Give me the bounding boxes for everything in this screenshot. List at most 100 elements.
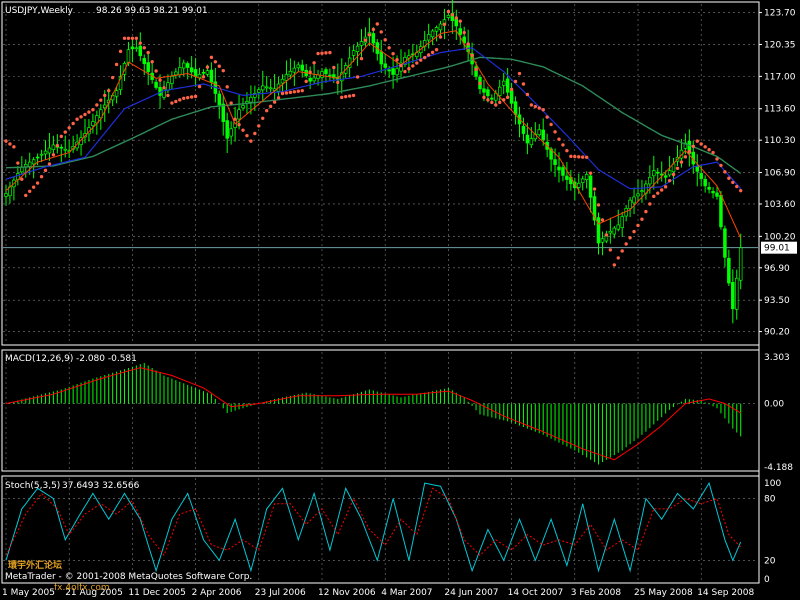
candle-body bbox=[197, 74, 202, 79]
sar-dot bbox=[525, 92, 530, 97]
candle-body bbox=[430, 30, 435, 38]
sar-dot bbox=[35, 181, 40, 185]
sar-dot bbox=[63, 130, 67, 134]
sar-dot bbox=[280, 91, 285, 96]
candle-body bbox=[142, 58, 147, 65]
sar-dot bbox=[541, 107, 545, 112]
sar-dot bbox=[233, 117, 237, 121]
sar-dot bbox=[592, 187, 597, 191]
sar-dot bbox=[490, 100, 494, 105]
sar-dot bbox=[308, 70, 312, 74]
sar-dot bbox=[407, 67, 411, 71]
candle-body bbox=[102, 104, 107, 109]
macd-label: MACD(12,26,9) bbox=[5, 354, 73, 364]
candle-body bbox=[727, 257, 731, 284]
trading-chart[interactable]: 1 May 2005 21 Aug 2005 11 Dec 2005 2 Apr 20… bbox=[0, 0, 800, 600]
x-tick-label: 23 Jul 2006 bbox=[255, 588, 306, 598]
sar-dot bbox=[509, 87, 514, 92]
sar-dot bbox=[122, 36, 127, 40]
candle-body bbox=[114, 90, 119, 97]
sar-dot bbox=[687, 149, 692, 154]
sar-dot bbox=[486, 98, 490, 102]
candle-body bbox=[39, 153, 44, 156]
candle-body bbox=[734, 277, 739, 310]
sar-dot bbox=[628, 236, 632, 240]
candle-body bbox=[138, 45, 143, 57]
candle-body bbox=[268, 87, 273, 90]
sar-dot bbox=[426, 53, 431, 57]
x-tick-label: 25 May 2008 bbox=[634, 588, 693, 598]
sar-dot bbox=[300, 88, 304, 93]
watermark-site: fx.4olfx.com bbox=[54, 583, 110, 593]
sar-dot bbox=[83, 112, 87, 117]
sar-dot bbox=[110, 75, 115, 80]
price-tick-label: 110.30 bbox=[764, 136, 796, 146]
candle-body bbox=[588, 175, 593, 198]
candle-body bbox=[225, 120, 229, 139]
candle-body bbox=[584, 174, 589, 180]
candle-body bbox=[612, 227, 617, 235]
candle-body bbox=[501, 80, 506, 86]
macd-tick-label: -4.188 bbox=[764, 463, 793, 473]
candle-body bbox=[620, 216, 624, 228]
sar-dot bbox=[727, 176, 731, 180]
sar-dot bbox=[478, 81, 482, 86]
candle-body bbox=[134, 47, 139, 50]
sar-dot bbox=[371, 27, 376, 32]
candle-body bbox=[27, 161, 32, 167]
sar-dot bbox=[351, 93, 356, 98]
candle-body bbox=[426, 34, 431, 41]
sar-dot bbox=[581, 155, 585, 159]
sar-dot bbox=[588, 171, 593, 175]
sar-dot bbox=[533, 104, 537, 109]
price-tick-label: 117.00 bbox=[764, 72, 796, 82]
candle-body bbox=[59, 146, 64, 149]
sar-dot bbox=[482, 95, 486, 100]
sar-dot bbox=[529, 103, 534, 107]
sar-dot bbox=[292, 90, 297, 94]
sar-dot bbox=[55, 143, 60, 148]
sar-dot bbox=[355, 75, 360, 79]
sar-dot bbox=[375, 22, 379, 26]
sar-dot bbox=[675, 166, 680, 170]
candle-body bbox=[292, 67, 297, 73]
candle-body bbox=[355, 45, 360, 53]
candle-body bbox=[640, 190, 644, 192]
candle-body bbox=[525, 134, 530, 144]
sar-dot bbox=[107, 88, 111, 93]
price-tick-label: 113.60 bbox=[764, 105, 796, 115]
sar-dot bbox=[521, 82, 526, 86]
sar-dot bbox=[134, 36, 139, 40]
sar-dot bbox=[225, 85, 229, 89]
candle-body bbox=[237, 109, 241, 120]
candle-body bbox=[193, 69, 198, 77]
sar-dot bbox=[126, 36, 131, 40]
sar-dot bbox=[434, 48, 439, 52]
candle-body bbox=[261, 85, 265, 91]
sar-dot bbox=[391, 52, 395, 56]
candle-body bbox=[217, 93, 222, 106]
x-tick-label: 12 Nov 2006 bbox=[318, 588, 376, 598]
candle-body bbox=[513, 101, 518, 115]
candle-body bbox=[296, 64, 301, 69]
sar-dot bbox=[28, 189, 32, 193]
candle-body bbox=[284, 74, 289, 81]
x-tick-label: 1 May 2005 bbox=[2, 588, 55, 598]
candle-body bbox=[91, 121, 95, 126]
candle-body bbox=[47, 147, 52, 154]
candle-body bbox=[328, 74, 332, 77]
sar-dot bbox=[253, 131, 257, 136]
sar-dot bbox=[91, 107, 95, 112]
candle-body bbox=[205, 70, 210, 75]
sar-dot bbox=[162, 86, 166, 90]
sar-dot bbox=[667, 178, 672, 183]
sar-dot bbox=[87, 110, 91, 114]
sar-dot bbox=[209, 55, 214, 60]
sar-dot bbox=[261, 116, 265, 120]
sar-dot bbox=[513, 79, 518, 84]
candle-body bbox=[170, 76, 174, 84]
candle-body bbox=[51, 144, 56, 150]
sar-dot bbox=[387, 46, 391, 50]
candle-body bbox=[505, 78, 510, 93]
sar-dot bbox=[67, 126, 71, 130]
